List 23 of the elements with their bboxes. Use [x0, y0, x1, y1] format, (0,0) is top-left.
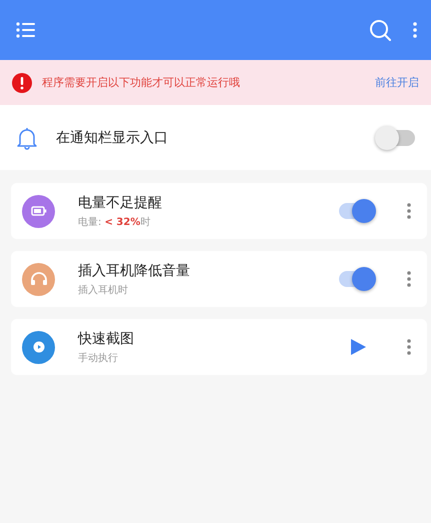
more-icon[interactable]: [413, 22, 417, 38]
task-title: 电量不足提醒: [78, 194, 163, 212]
headphones-icon: [30, 272, 48, 286]
warning-message: 程序需要开启以下功能才可以正常运行哦: [42, 75, 241, 90]
notification-label: 在通知栏显示入口: [56, 128, 169, 146]
more-icon[interactable]: [407, 339, 411, 355]
task-card[interactable]: 电量不足提醒 电量: < 32%时: [11, 183, 427, 239]
menu-icon[interactable]: [16, 22, 35, 38]
battery-icon: [30, 206, 46, 216]
more-icon[interactable]: [407, 203, 411, 219]
task-card[interactable]: 快速截图 手动执行: [11, 319, 427, 375]
task-title: 插入耳机降低音量: [78, 262, 191, 280]
search-icon[interactable]: [369, 19, 391, 41]
bell-icon: [16, 126, 38, 150]
alert-icon: [12, 72, 32, 92]
task-subtitle: 手动执行: [78, 352, 119, 364]
more-icon[interactable]: [407, 271, 411, 287]
task-title: 快速截图: [78, 330, 135, 348]
disc-icon: [32, 341, 44, 353]
task-card[interactable]: 插入耳机降低音量 插入耳机时: [11, 251, 427, 307]
task-subtitle: 电量: < 32%时: [78, 216, 152, 228]
play-icon[interactable]: [350, 338, 367, 356]
task-subtitle: 插入耳机时: [78, 284, 129, 296]
